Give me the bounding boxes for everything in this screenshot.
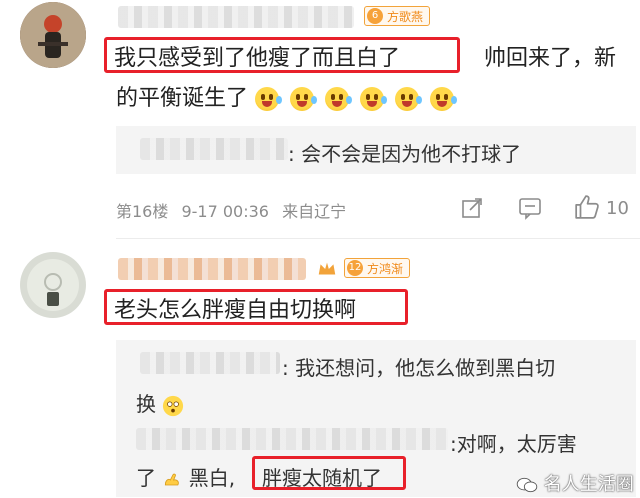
comment-text: 帅回来了，新	[484, 46, 617, 71]
flower-avatar-icon	[20, 252, 86, 318]
laughing-crying-emoji-icon	[360, 87, 388, 111]
reply-text-prefix: 了	[136, 466, 156, 490]
laughing-crying-emoji-icon	[430, 87, 458, 111]
laughing-crying-emoji-icon	[255, 87, 283, 111]
watermark-text: 名人生活圈	[543, 474, 634, 495]
comment-text-highlight: 老头怎么胖瘦自由切换啊	[114, 298, 357, 323]
reply-text-line2: 了 黑白,	[136, 462, 235, 491]
like-count[interactable]: 10	[606, 198, 629, 219]
comment-text-line2-content: 的平衡诞生了	[116, 86, 249, 111]
comment-icon[interactable]	[518, 196, 542, 220]
comment-text-line2: 的平衡诞生了	[116, 80, 458, 112]
comment-text-highlight: 我只感受到了他瘦了而且白了	[114, 46, 401, 71]
wechat-icon	[516, 477, 538, 493]
reply-username[interactable]	[136, 428, 448, 450]
fan-badge[interactable]: 12 方鸿渐	[344, 258, 411, 278]
person-avatar-icon	[20, 2, 86, 68]
reply-text: : 会不会是因为他不打球了	[288, 142, 522, 166]
badge-level: 12	[347, 260, 363, 276]
reply-text-mid: 黑白,	[188, 466, 236, 490]
crown-icon	[318, 262, 336, 275]
comment-divider	[116, 238, 640, 239]
share-icon[interactable]	[460, 196, 484, 220]
watermark: 名人生活圈	[516, 470, 634, 496]
reply-text: :对啊，太厉害	[450, 432, 577, 456]
commenter-username[interactable]	[118, 6, 354, 28]
badge-label: 方歌燕	[387, 10, 424, 24]
commenter-username[interactable]	[118, 258, 306, 280]
badge-level: 6	[367, 8, 383, 24]
flexed-arm-emoji-icon	[165, 473, 180, 485]
reply-text-line2: 换	[136, 388, 184, 417]
reply-text-highlight: 胖瘦太随机了	[262, 466, 382, 490]
like-icon[interactable]	[574, 194, 600, 220]
floor-number: 第16楼	[116, 202, 169, 221]
reply-username[interactable]	[140, 138, 288, 160]
reply-text: : 我还想问，他怎么做到黑白切	[282, 356, 556, 380]
laughing-crying-emoji-icon	[395, 87, 423, 111]
commenter-avatar[interactable]	[20, 2, 86, 68]
confused-face-emoji-icon	[163, 395, 184, 416]
laughing-crying-emoji-icon	[325, 87, 353, 111]
reply-username[interactable]	[140, 352, 280, 374]
comment-time: 9-17 00:36	[181, 202, 269, 221]
comment-meta: 第16楼 9-17 00:36 来自辽宁	[116, 198, 346, 222]
reply-text-line2-content: 换	[136, 392, 156, 416]
commenter-avatar[interactable]	[20, 252, 86, 318]
badge-label: 方鸿渐	[367, 262, 404, 276]
laughing-crying-emoji-icon	[290, 87, 318, 111]
comment-location: 来自辽宁	[282, 202, 347, 221]
fan-badge[interactable]: 6 方歌燕	[364, 6, 431, 26]
